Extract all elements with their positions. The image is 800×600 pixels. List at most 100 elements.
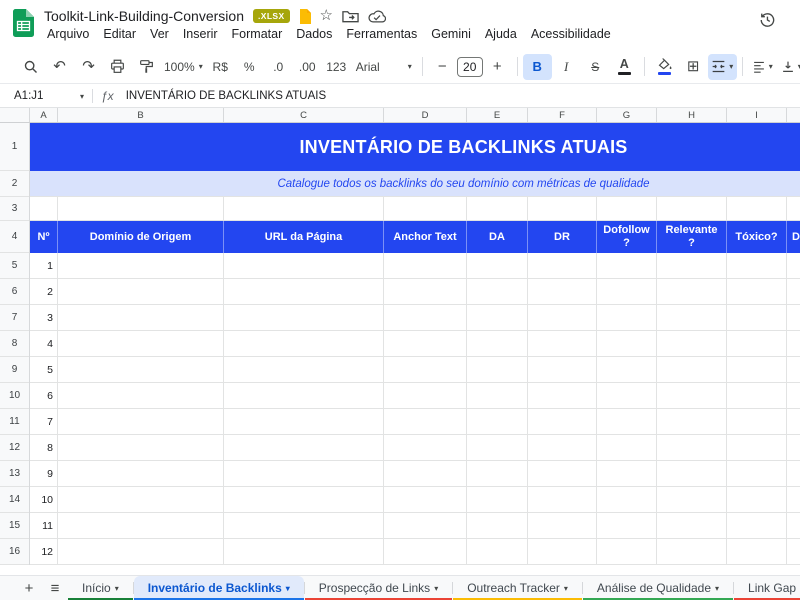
- redo-icon[interactable]: ↷: [74, 54, 103, 80]
- header-cell-anchor[interactable]: Anchor Text: [384, 221, 467, 253]
- borders-button[interactable]: ⊞: [679, 54, 708, 80]
- font-size-input[interactable]: 20: [457, 57, 483, 77]
- cell-numero[interactable]: 12: [30, 539, 58, 564]
- increase-decimals-button[interactable]: .00: [293, 54, 322, 80]
- menu-ver[interactable]: Ver: [143, 25, 176, 43]
- row-header-2[interactable]: 2: [0, 171, 29, 197]
- cell-numero[interactable]: 6: [30, 383, 58, 408]
- row-header-11[interactable]: 11: [0, 409, 29, 435]
- chevron-down-icon[interactable]: ▾: [286, 584, 290, 593]
- print-icon[interactable]: [103, 54, 132, 80]
- row-header-10[interactable]: 10: [0, 383, 29, 409]
- cell-numero[interactable]: 10: [30, 487, 58, 512]
- undo-icon[interactable]: ↶: [45, 54, 74, 80]
- cell-numero[interactable]: 11: [30, 513, 58, 538]
- number-format-button[interactable]: 123: [322, 54, 351, 80]
- sheet-tab-prospeccao-de-links[interactable]: Prospecção de Links ▾: [305, 576, 452, 600]
- sheet-tab-outreach-tracker[interactable]: Outreach Tracker ▾: [453, 576, 582, 600]
- header-cell-url[interactable]: URL da Página: [224, 221, 384, 253]
- column-header-b[interactable]: B: [58, 108, 224, 122]
- menu-ajuda[interactable]: Ajuda: [478, 25, 524, 43]
- merge-cells-button[interactable]: ▾: [708, 54, 737, 80]
- row-header-12[interactable]: 12: [0, 435, 29, 461]
- horizontal-align-button[interactable]: ▾: [748, 54, 777, 80]
- column-header-f[interactable]: F: [528, 108, 597, 122]
- sheets-logo-icon[interactable]: [13, 9, 34, 37]
- title-cell[interactable]: INVENTÁRIO DE BACKLINKS ATUAIS: [30, 123, 800, 171]
- subtitle-cell[interactable]: Catalogue todos os backlinks do seu domí…: [30, 171, 800, 197]
- column-header-j[interactable]: J: [787, 108, 800, 122]
- row-header-5[interactable]: 5: [0, 253, 29, 279]
- menu-ferramentas[interactable]: Ferramentas: [339, 25, 424, 43]
- column-header-h[interactable]: H: [657, 108, 727, 122]
- column-header-c[interactable]: C: [224, 108, 384, 122]
- zoom-control[interactable]: 100% ▾: [161, 54, 206, 80]
- cell-numero[interactable]: 9: [30, 461, 58, 486]
- header-cell-dofollow[interactable]: Dofollow ?: [597, 221, 657, 253]
- empty-row[interactable]: [30, 197, 800, 221]
- menu-acessibilidade[interactable]: Acessibilidade: [524, 25, 618, 43]
- header-cell-numero[interactable]: Nº: [30, 221, 58, 253]
- move-folder-icon[interactable]: [342, 9, 359, 23]
- cell-numero[interactable]: 1: [30, 253, 58, 278]
- row-empty-cells[interactable]: [58, 487, 800, 512]
- menu-formatar[interactable]: Formatar: [225, 25, 290, 43]
- row-empty-cells[interactable]: [58, 279, 800, 304]
- all-sheets-button[interactable]: ≡: [42, 577, 68, 599]
- cell-numero[interactable]: 7: [30, 409, 58, 434]
- empty-cell[interactable]: [30, 197, 58, 220]
- row-header-16[interactable]: 16: [0, 539, 29, 565]
- row-header-15[interactable]: 15: [0, 513, 29, 539]
- strikethrough-button[interactable]: S: [581, 54, 610, 80]
- vertical-align-button[interactable]: ▾: [777, 54, 800, 80]
- header-cell-dominio[interactable]: Domínio de Origem: [58, 221, 224, 253]
- row-empty-cells[interactable]: [58, 253, 800, 278]
- row-empty-cells[interactable]: [58, 305, 800, 330]
- add-sheet-button[interactable]: +: [16, 577, 42, 599]
- row-empty-cells[interactable]: [58, 513, 800, 538]
- font-family-selector[interactable]: Arial ▾: [351, 54, 417, 80]
- header-cell-dr[interactable]: DR: [528, 221, 597, 253]
- sheet-tab-link-gap[interactable]: Link Gap ▾: [734, 576, 800, 600]
- version-history-icon[interactable]: [758, 11, 776, 29]
- column-header-e[interactable]: E: [467, 108, 528, 122]
- column-header-a[interactable]: A: [30, 108, 58, 122]
- chevron-down-icon[interactable]: ▾: [564, 584, 568, 593]
- header-cell-toxico[interactable]: Tóxico?: [727, 221, 787, 253]
- cell-numero[interactable]: 2: [30, 279, 58, 304]
- sheet-tab-analise-de-qualidade[interactable]: Análise de Qualidade ▾: [583, 576, 733, 600]
- chevron-down-icon[interactable]: ▾: [115, 584, 119, 593]
- menu-editar[interactable]: Editar: [96, 25, 143, 43]
- row-header-14[interactable]: 14: [0, 487, 29, 513]
- decrease-decimals-button[interactable]: .0: [264, 54, 293, 80]
- row-empty-cells[interactable]: [58, 409, 800, 434]
- chevron-down-icon[interactable]: ▾: [434, 584, 438, 593]
- italic-button[interactable]: I: [552, 54, 581, 80]
- cell-numero[interactable]: 3: [30, 305, 58, 330]
- formula-input[interactable]: INVENTÁRIO DE BACKLINKS ATUAIS: [126, 90, 326, 102]
- header-cell-data[interactable]: Data: [787, 221, 800, 253]
- sheet-tab-inicio[interactable]: Início ▾: [68, 576, 133, 600]
- select-all-corner[interactable]: [0, 108, 30, 122]
- row-header-8[interactable]: 8: [0, 331, 29, 357]
- row-header-3[interactable]: 3: [0, 197, 29, 221]
- name-box[interactable]: A1:J1 ▾: [0, 90, 84, 102]
- menu-arquivo[interactable]: Arquivo: [40, 25, 96, 43]
- cell-numero[interactable]: 5: [30, 357, 58, 382]
- currency-format-button[interactable]: R$: [206, 54, 235, 80]
- row-empty-cells[interactable]: [58, 435, 800, 460]
- menu-gemini[interactable]: Gemini: [424, 25, 478, 43]
- column-header-g[interactable]: G: [597, 108, 657, 122]
- chevron-down-icon[interactable]: ▾: [715, 584, 719, 593]
- row-header-9[interactable]: 9: [0, 357, 29, 383]
- row-header-6[interactable]: 6: [0, 279, 29, 305]
- header-cell-relevante[interactable]: Relevante ?: [657, 221, 727, 253]
- decrease-font-size-button[interactable]: −: [428, 54, 457, 80]
- text-color-button[interactable]: A: [610, 54, 639, 80]
- paint-format-icon[interactable]: [132, 54, 161, 80]
- document-title[interactable]: Toolkit-Link-Building-Conversion: [44, 8, 244, 24]
- increase-font-size-button[interactable]: +: [483, 54, 512, 80]
- row-header-13[interactable]: 13: [0, 461, 29, 487]
- menu-inserir[interactable]: Inserir: [176, 25, 225, 43]
- column-header-d[interactable]: D: [384, 108, 467, 122]
